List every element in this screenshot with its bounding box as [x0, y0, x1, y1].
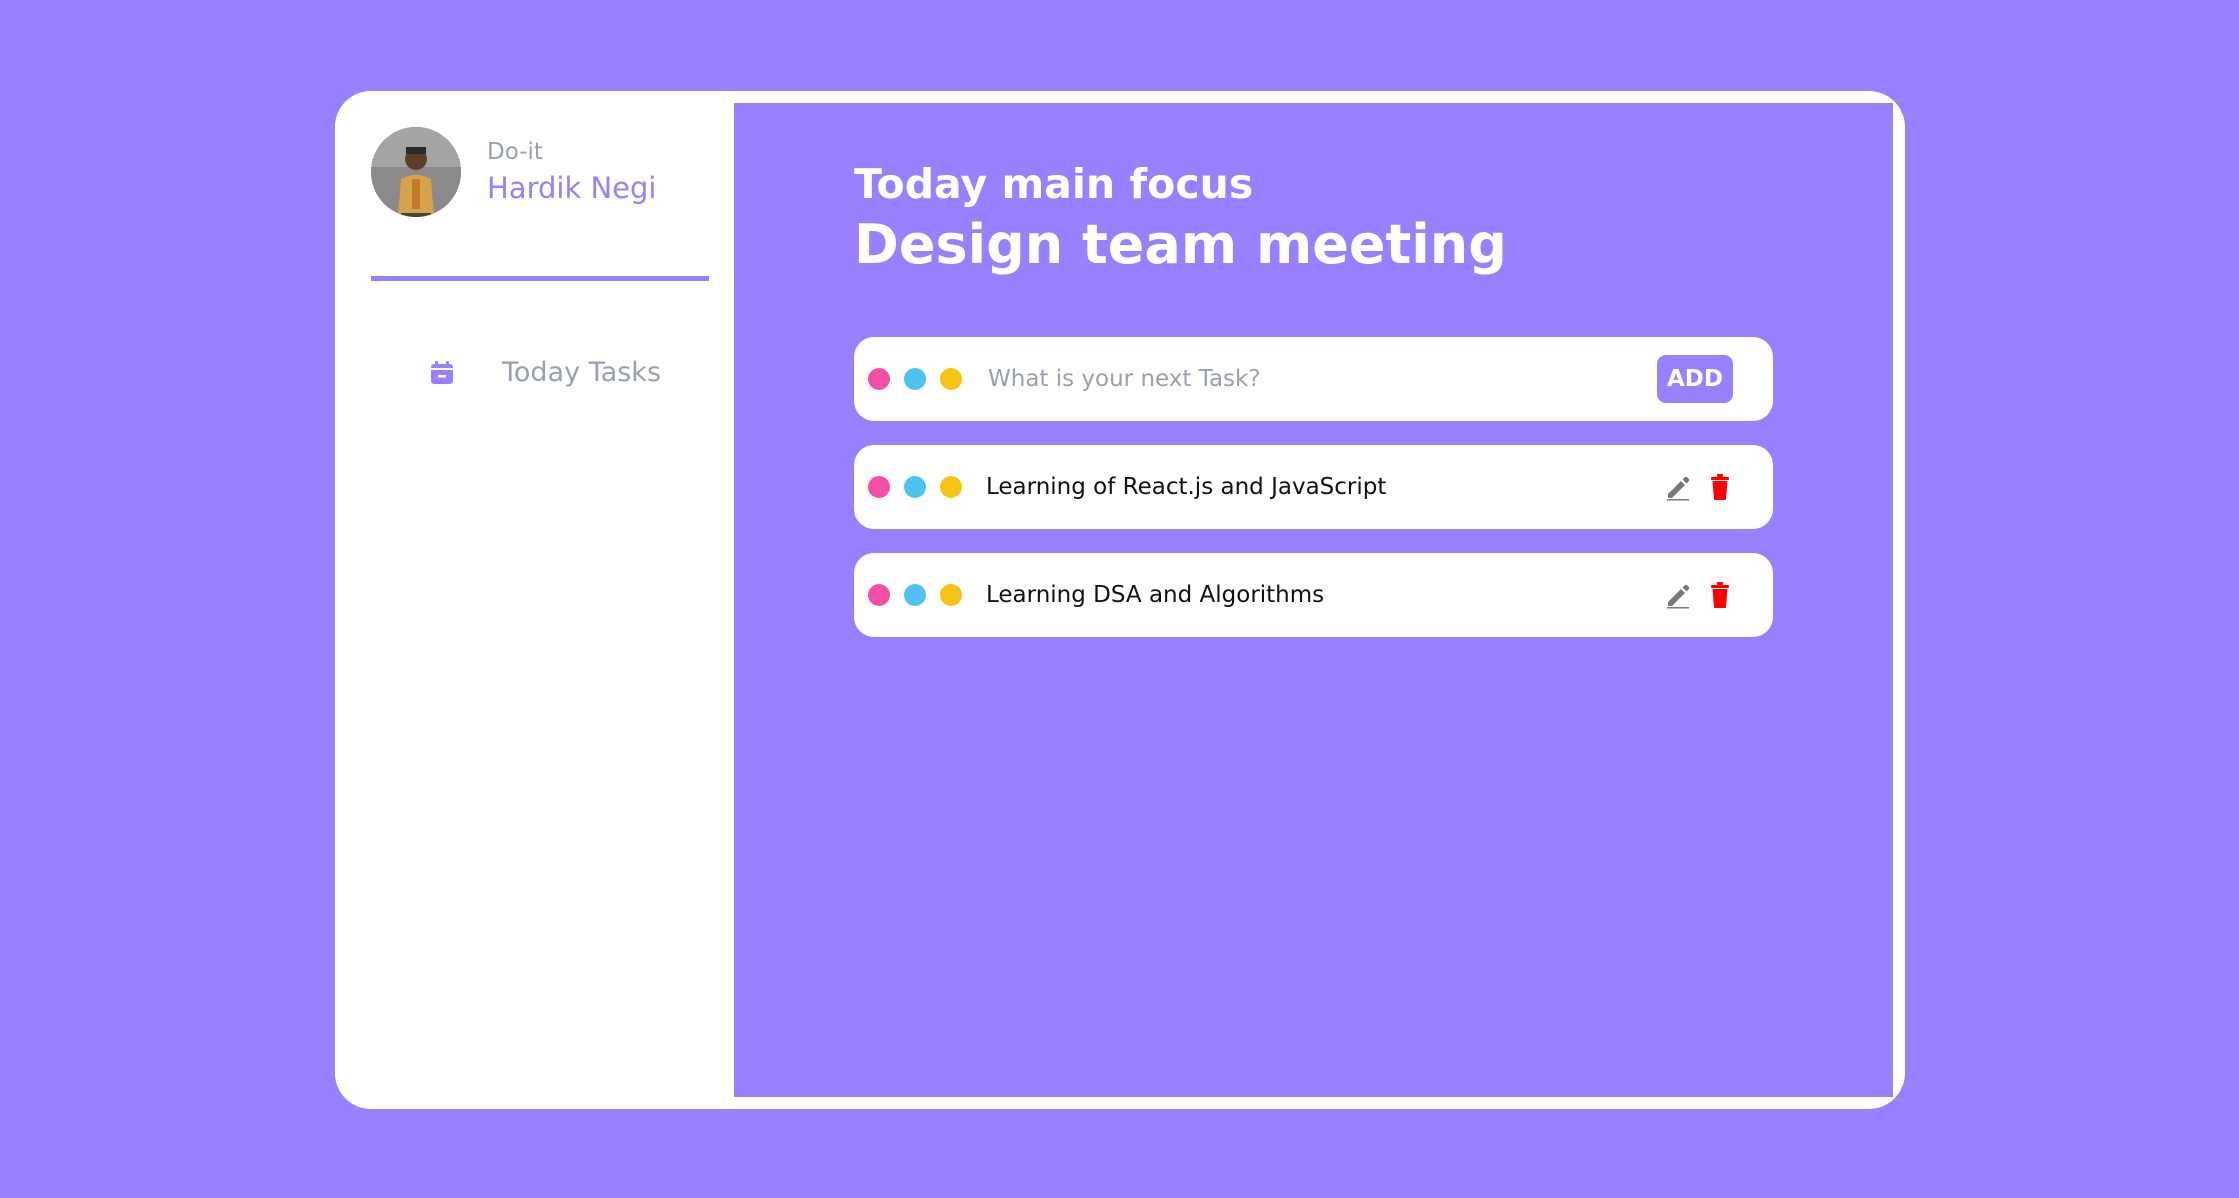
sidebar-item-label: Today Tasks: [502, 357, 662, 388]
pencil-icon[interactable]: [1665, 473, 1691, 501]
pink-dot[interactable]: [868, 584, 890, 606]
profile-text: Do-it Hardik Negi: [487, 137, 656, 207]
blue-dot[interactable]: [904, 584, 926, 606]
color-dots: [868, 476, 976, 498]
user-name: Hardik Negi: [487, 171, 657, 205]
yellow-dot[interactable]: [940, 476, 962, 498]
app-card: Do-it Hardik Negi Today Tasks Today main…: [335, 91, 1905, 1109]
focus-label: Today main focus: [854, 160, 1254, 208]
color-dots: [868, 368, 976, 390]
avatar: [371, 127, 461, 217]
pink-dot[interactable]: [868, 476, 890, 498]
new-task-input[interactable]: [986, 365, 1630, 393]
task-actions: [1665, 581, 1733, 609]
trash-icon[interactable]: [1707, 473, 1733, 501]
color-dots: [868, 584, 976, 606]
avatar-photo: [371, 127, 461, 217]
yellow-dot[interactable]: [940, 368, 962, 390]
main-panel: Today main focus Design team meeting ADD…: [734, 103, 1893, 1097]
focus-title: Design team meeting: [854, 213, 1507, 276]
task-actions: [1665, 473, 1733, 501]
yellow-dot[interactable]: [940, 584, 962, 606]
pink-dot[interactable]: [868, 368, 890, 390]
sidebar-divider: [371, 276, 709, 281]
pencil-icon[interactable]: [1665, 581, 1691, 609]
blue-dot[interactable]: [904, 368, 926, 390]
profile: Do-it Hardik Negi: [371, 127, 656, 217]
task-row: Learning DSA and Algorithms: [854, 553, 1773, 637]
task-text: Learning of React.js and JavaScript: [986, 474, 1387, 500]
task-row: Learning of React.js and JavaScript: [854, 445, 1773, 529]
add-task-button[interactable]: ADD: [1657, 355, 1733, 403]
app-name: Do-it: [487, 139, 543, 165]
sidebar: Do-it Hardik Negi Today Tasks: [335, 91, 734, 1109]
calendar-icon: [429, 360, 455, 386]
trash-icon[interactable]: [1707, 581, 1733, 609]
new-task-row: ADD: [854, 337, 1773, 421]
task-text: Learning DSA and Algorithms: [986, 582, 1325, 608]
blue-dot[interactable]: [904, 476, 926, 498]
sidebar-item-today-tasks[interactable]: Today Tasks: [429, 357, 661, 388]
